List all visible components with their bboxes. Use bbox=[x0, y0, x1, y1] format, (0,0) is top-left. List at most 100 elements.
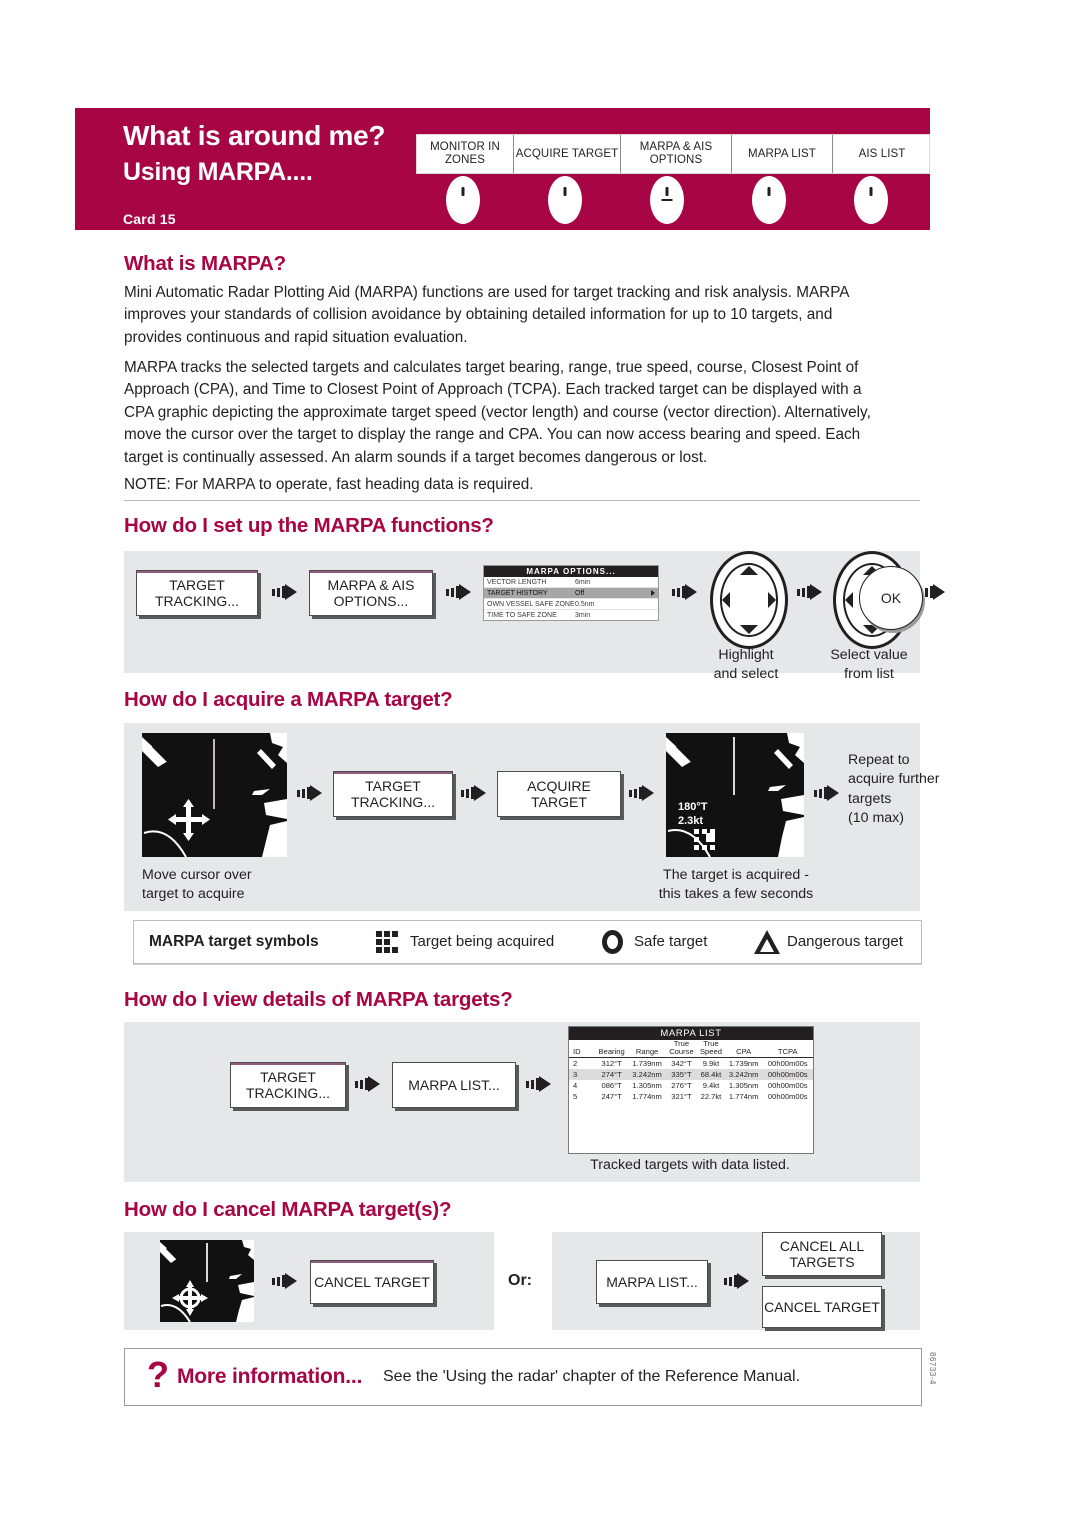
cell-true-speed: 9.9kt bbox=[702, 1058, 720, 1068]
caption-target-acquired: The target is acquired - this takes a fe… bbox=[658, 867, 814, 902]
softkey-monitor-in-zones[interactable]: MONITOR IN ZONES bbox=[417, 135, 514, 173]
cell-id: 4 bbox=[573, 1080, 578, 1090]
flow-button-cancel-target[interactable]: CANCEL TARGET bbox=[310, 1260, 434, 1304]
arrow-icon-5 bbox=[920, 584, 946, 600]
table-row[interactable]: 5 247°T 1.774nm 321°T 22.7kt 1.774nm 00h… bbox=[569, 1091, 813, 1102]
cell-id: 2 bbox=[573, 1058, 578, 1068]
softkey-button-3[interactable] bbox=[650, 176, 684, 224]
cell-range: 3.242nm bbox=[632, 1069, 662, 1079]
softkey-marpa-list[interactable]: MARPA LIST bbox=[732, 135, 833, 173]
acquire-flow-panel: Move cursor over target to acquire TARGE… bbox=[124, 723, 939, 911]
marpa-list-table: ID Bearing Range True Course True Speed … bbox=[569, 1039, 813, 1102]
column-header-true-speed: True Speed bbox=[699, 1039, 722, 1057]
caption-move-cursor: Move cursor over target to acquire bbox=[142, 867, 252, 902]
legend-label-dangerous: Dangerous target bbox=[787, 933, 903, 950]
options-row-time-to-safe-zone[interactable]: TIME TO SAFE ZONE 3min bbox=[484, 610, 658, 620]
options-row-label: VECTOR LENGTH bbox=[487, 578, 547, 586]
chevron-right-icon bbox=[651, 590, 655, 596]
cell-tcpa: 00h00m00s bbox=[767, 1080, 808, 1090]
cancel-flow-panel-right: MARPA LIST... CANCEL ALL TARGETS CANCEL … bbox=[552, 1232, 920, 1330]
cell-true-course: 276°T bbox=[671, 1080, 692, 1090]
acquiring-square-icon bbox=[376, 931, 398, 953]
paragraph-note: NOTE: For MARPA to operate, fast heading… bbox=[124, 476, 534, 493]
question-mark-icon: ? bbox=[147, 1354, 169, 1395]
flow-button-target-tracking-view[interactable]: TARGET TRACKING... bbox=[230, 1062, 346, 1108]
softkey-marpa-ais-options[interactable]: MARPA & AIS OPTIONS bbox=[621, 135, 732, 173]
column-header-range: Range bbox=[635, 1047, 659, 1057]
radar-screen-cursor bbox=[142, 733, 287, 857]
options-row-value: 0.5nm bbox=[575, 600, 595, 608]
softkey-button-1[interactable] bbox=[446, 176, 480, 224]
arrow-right-icon bbox=[768, 592, 776, 608]
options-row-vector-length[interactable]: VECTOR LENGTH 6min bbox=[484, 577, 658, 588]
section-heading-setup: How do I set up the MARPA functions? bbox=[124, 514, 494, 537]
trackpad-highlight-select[interactable] bbox=[710, 551, 788, 649]
legend-title: MARPA target symbols bbox=[149, 933, 319, 950]
options-row-label: OWN VESSEL SAFE ZONE bbox=[487, 600, 575, 608]
softkey-button-row bbox=[416, 176, 928, 226]
softkey-ais-list[interactable]: AIS LIST bbox=[833, 135, 931, 173]
flow-button-marpa-list[interactable]: MARPA LIST... bbox=[392, 1062, 516, 1108]
cell-cpa: 1.739nm bbox=[728, 1058, 759, 1068]
svg-text:180°T: 180°T bbox=[678, 801, 708, 813]
softkey-button-5[interactable] bbox=[854, 176, 888, 224]
section-heading-cancel: How do I cancel MARPA target(s)? bbox=[124, 1198, 452, 1221]
options-screen-title: MARPA OPTIONS... bbox=[484, 566, 658, 577]
arrow-left-icon bbox=[722, 592, 730, 608]
card-number: Card 15 bbox=[123, 211, 176, 227]
cell-tcpa: 00h00m00s bbox=[767, 1091, 808, 1101]
arrow-icon-8 bbox=[629, 785, 655, 801]
view-details-flow-panel: TARGET TRACKING... MARPA LIST... MARPA L… bbox=[124, 1022, 920, 1182]
setup-flow-panel: TARGET TRACKING... MARPA & AIS OPTIONS..… bbox=[124, 551, 945, 682]
page-subtitle: Using MARPA.... bbox=[123, 158, 313, 186]
cell-true-course: 335°T bbox=[671, 1069, 692, 1079]
flow-button-marpa-ais-options[interactable]: MARPA & AIS OPTIONS... bbox=[309, 570, 433, 616]
paragraph-tracking: MARPA tracks the selected targets and ca… bbox=[124, 359, 871, 466]
or-label: Or: bbox=[508, 1272, 532, 1289]
options-row-label: TIME TO SAFE ZONE bbox=[487, 611, 557, 619]
divider-1 bbox=[124, 500, 920, 501]
options-row-target-history[interactable]: TARGET HISTORY Off bbox=[484, 588, 658, 599]
cell-true-speed: 68.4kt bbox=[700, 1069, 722, 1079]
cell-true-speed: 9.4kt bbox=[702, 1080, 720, 1090]
safe-circle-icon bbox=[602, 930, 623, 954]
radar-screen-cancel bbox=[160, 1240, 254, 1322]
paragraph-intro: Mini Automatic Radar Plotting Aid (MARPA… bbox=[124, 284, 849, 346]
options-row-value: 6min bbox=[575, 578, 591, 586]
flow-button-cancel-all-targets[interactable]: CANCEL ALL TARGETS bbox=[762, 1232, 882, 1276]
cell-id: 5 bbox=[573, 1091, 578, 1101]
legend-label-acquiring: Target being acquired bbox=[410, 933, 555, 950]
table-header-row: ID Bearing Range True Course True Speed … bbox=[569, 1039, 813, 1058]
cell-tcpa: 00h00m00s bbox=[767, 1058, 808, 1068]
flow-button-target-tracking[interactable]: TARGET TRACKING... bbox=[136, 570, 258, 616]
softkey-button-4[interactable] bbox=[752, 176, 786, 224]
more-information-label: More information... bbox=[177, 1365, 363, 1388]
softkey-acquire-target[interactable]: ACQUIRE TARGET bbox=[514, 135, 621, 173]
table-row[interactable]: 2 312°T 1.739nm 342°T 9.9kt 1.739nm 00h0… bbox=[569, 1057, 813, 1069]
arrow-left-icon bbox=[845, 592, 853, 608]
table-row[interactable]: 4 086°T 1.305nm 276°T 9.4kt 1.305nm 00h0… bbox=[569, 1080, 813, 1091]
flow-button-cancel-target-2[interactable]: CANCEL TARGET bbox=[762, 1286, 882, 1328]
document-code: 86733-4 bbox=[928, 1352, 937, 1385]
flow-button-marpa-list-cancel[interactable]: MARPA LIST... bbox=[596, 1260, 708, 1304]
flow-button-acquire-target[interactable]: ACQUIRE TARGET bbox=[497, 771, 621, 817]
page-header: What is around me? Using MARPA.... Card … bbox=[75, 108, 930, 230]
arrow-icon-3 bbox=[672, 584, 698, 600]
section-heading-what-is-marpa: What is MARPA? bbox=[124, 252, 286, 275]
arrow-icon-2 bbox=[446, 584, 472, 600]
arrow-icon-1 bbox=[272, 584, 298, 600]
softkey-button-2[interactable] bbox=[548, 176, 582, 224]
cancel-flow-panel-left: CANCEL TARGET bbox=[124, 1232, 494, 1330]
arrow-up-icon bbox=[740, 566, 758, 575]
section-heading-view-details: How do I view details of MARPA targets? bbox=[124, 988, 513, 1011]
flow-button-target-tracking-acquire[interactable]: TARGET TRACKING... bbox=[333, 771, 453, 817]
cell-id: 3 bbox=[573, 1069, 578, 1079]
cell-bearing: 086°T bbox=[601, 1080, 622, 1090]
svg-text:2.3kt: 2.3kt bbox=[678, 815, 703, 827]
arrow-icon-13 bbox=[724, 1273, 750, 1289]
column-header-true-course: True Course bbox=[669, 1039, 694, 1057]
ok-button[interactable]: OK bbox=[859, 566, 923, 630]
options-row-own-vessel-safe-zone[interactable]: OWN VESSEL SAFE ZONE 0.5nm bbox=[484, 599, 658, 610]
column-header-id: ID bbox=[573, 1047, 581, 1057]
table-row[interactable]: 3 274°T 3.242nm 335°T 68.4kt 3.242nm 00h… bbox=[569, 1068, 813, 1080]
